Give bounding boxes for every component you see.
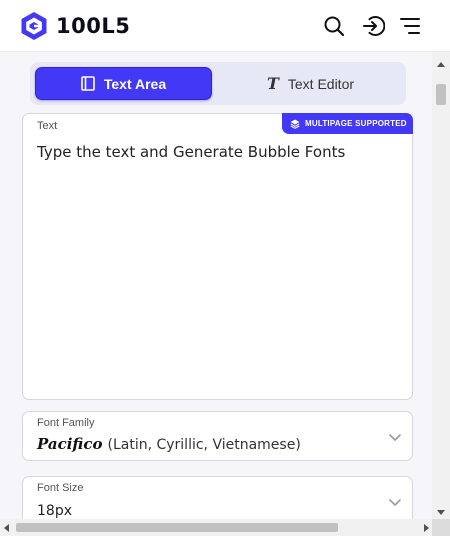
vertical-scroll-thumb[interactable] [436, 84, 446, 105]
font-size-select[interactable]: Font Size 18px [22, 476, 413, 519]
scroll-up-arrow-icon[interactable] [437, 62, 445, 67]
tab-text-area[interactable]: Text Area [35, 67, 212, 100]
tab-label: Text Area [103, 75, 167, 92]
font-family-name: Pacifico [37, 435, 103, 453]
mode-tabs: Text Area T Text Editor [30, 62, 406, 105]
chevron-down-icon [389, 499, 401, 506]
font-family-select[interactable]: Font Family Pacifico (Latin, Cyrillic, V… [22, 411, 413, 461]
text-field-value[interactable]: Type the text and Generate Bubble Fonts [37, 143, 345, 161]
app-header: 100L5 [0, 0, 450, 52]
font-family-detail: (Latin, Cyrillic, Vietnamese) [107, 437, 301, 453]
scrollbar-corner [432, 519, 450, 536]
horizontal-scrollbar[interactable] [0, 519, 450, 536]
italic-t-icon: T [266, 74, 279, 93]
logo-hex-icon [21, 12, 47, 40]
vertical-scrollbar[interactable] [432, 52, 450, 519]
scroll-left-arrow-icon[interactable] [4, 524, 9, 532]
scroll-right-arrow-icon[interactable] [424, 524, 429, 532]
logo[interactable]: 100L5 [20, 11, 130, 41]
search-icon[interactable] [322, 14, 346, 38]
text-input-area[interactable]: Text Type the text and Generate Bubble F… [22, 113, 413, 400]
font-family-label: Font Family [37, 417, 95, 429]
login-icon[interactable] [361, 14, 385, 38]
font-family-value: Pacifico (Latin, Cyrillic, Vietnamese) [37, 435, 301, 453]
horizontal-scroll-thumb[interactable] [16, 523, 338, 532]
menu-icon[interactable] [398, 14, 422, 38]
main-content: Text Area T Text Editor Text Type the te… [0, 52, 432, 519]
multipage-badge: MULTIPAGE SUPPORTED [282, 113, 413, 134]
notebook-icon [81, 76, 95, 91]
text-field-label: Text [37, 120, 58, 132]
badge-label: MULTIPAGE SUPPORTED [305, 119, 407, 128]
font-size-value: 18px [37, 503, 72, 519]
scroll-down-arrow-icon[interactable] [437, 510, 445, 515]
layers-icon [290, 119, 300, 129]
font-size-label: Font Size [37, 482, 84, 494]
chevron-down-icon [389, 434, 401, 441]
tab-label: Text Editor [287, 75, 355, 92]
tab-text-editor[interactable]: T Text Editor [220, 67, 401, 100]
logo-text: 100L5 [56, 14, 131, 38]
